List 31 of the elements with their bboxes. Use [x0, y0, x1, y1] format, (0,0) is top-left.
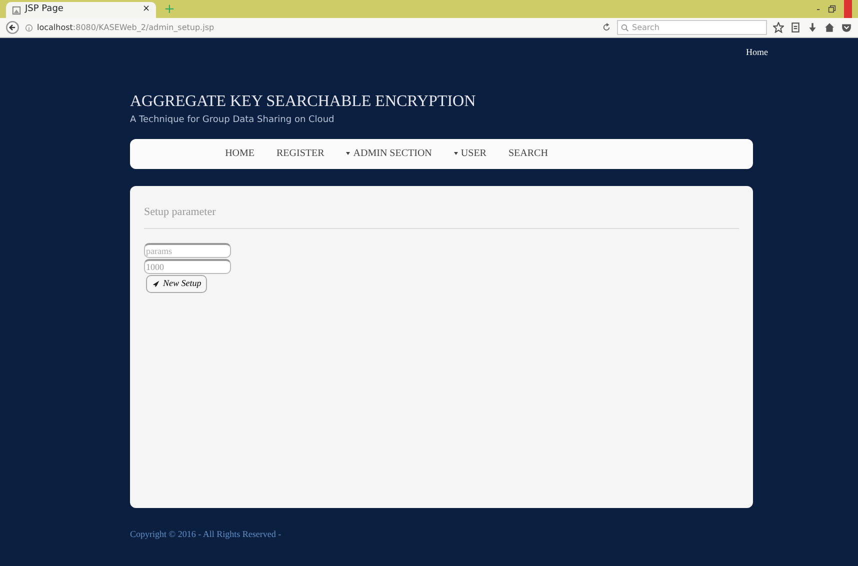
page-icon [12, 6, 21, 14]
info-icon[interactable] [25, 24, 33, 32]
caret-icon [454, 152, 458, 155]
tab-title: JSP Page [25, 3, 64, 16]
restore-icon[interactable] [828, 5, 836, 13]
reload-icon[interactable] [602, 23, 611, 32]
nav-link[interactable]: SEARCH [508, 146, 548, 161]
input-field[interactable]: params [144, 243, 231, 258]
nav-link[interactable]: ADMIN SECTION [346, 146, 432, 161]
tab-close-button[interactable]: × [142, 3, 150, 17]
send-icon [152, 280, 160, 288]
home-icon[interactable] [824, 22, 835, 33]
back-icon[interactable] [6, 21, 19, 34]
nav-link[interactable]: HOME [225, 146, 255, 161]
clipboard-icon[interactable] [790, 22, 801, 33]
new-setup-button[interactable]: New Setup [146, 275, 208, 292]
search-icon [621, 24, 629, 32]
pocket-icon[interactable] [841, 22, 852, 33]
url-text[interactable]: localhost:8080/KASEWeb_2/admin_setup.jsp [37, 22, 214, 34]
browser-tab[interactable]: JSP Page × [6, 2, 156, 18]
download-icon[interactable] [807, 22, 818, 33]
nav-link[interactable]: REGISTER [276, 146, 324, 161]
footer-text: Copyright © 2016 - All Rights Reserved - [130, 528, 282, 541]
minimize-button[interactable]: - [816, 2, 820, 16]
star-icon[interactable] [773, 22, 784, 33]
nav-link[interactable]: USER [454, 146, 486, 161]
site-title: AGGREGATE KEY SEARCHABLE ENCRYPTION [130, 92, 477, 112]
caret-icon [346, 152, 350, 155]
panel-heading: Setup parameter [144, 204, 739, 229]
home-link[interactable]: Home [746, 47, 768, 57]
site-subtitle: A Technique for Group Data Sharing on Cloud [130, 114, 336, 127]
